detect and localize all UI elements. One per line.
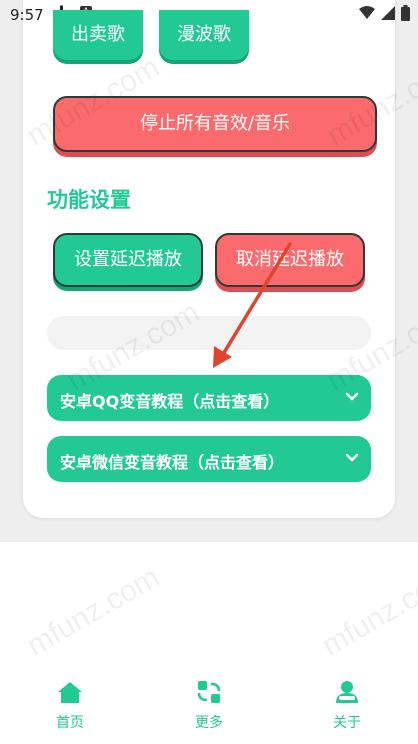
battery-icon [401,5,410,21]
watermark: mfunz.com [21,560,165,663]
wechat-voice-tutorial-accordion[interactable]: 安卓微信变音教程（点击查看） [47,436,371,482]
signal-icon [381,6,395,20]
nav-item-more[interactable]: 更多 [179,678,239,732]
status-time: 9:57 [10,6,44,24]
about-icon [336,681,358,703]
cancel-delay-play-button[interactable]: 取消延迟播放 [215,233,365,287]
qq-tutorial-label: 安卓QQ变音教程（点击查看） [60,392,280,411]
nav-item-home[interactable]: 首页 [40,678,100,732]
nav-label-about: 关于 [333,715,361,731]
swap-icon [197,681,221,703]
home-icon [58,682,82,703]
sell-song-button[interactable]: 出卖歌 [53,10,143,60]
chevron-down-icon [345,453,359,462]
wifi-icon [359,6,375,19]
wave-song-button[interactable]: 漫波歌 [159,10,249,60]
watermark: mfunz.com [316,560,418,663]
wave-song-label: 漫波歌 [177,24,231,45]
set-delay-play-button[interactable]: 设置延迟播放 [53,233,203,287]
set-delay-label: 设置延迟播放 [74,249,182,270]
sell-song-label: 出卖歌 [71,24,125,45]
stop-all-label: 停止所有音效/音乐 [139,113,291,134]
progress-bar [47,316,371,350]
status-icons [359,5,410,21]
nav-label-home: 首页 [56,715,84,731]
wechat-tutorial-label: 安卓微信变音教程（点击查看） [60,453,285,472]
nav-item-about[interactable]: 关于 [317,678,377,732]
bottom-nav: 首页 更多 关于 [0,672,418,744]
section-title: 功能设置 [47,188,131,212]
nav-label-more: 更多 [195,715,223,731]
cancel-delay-label: 取消延迟播放 [236,249,344,270]
